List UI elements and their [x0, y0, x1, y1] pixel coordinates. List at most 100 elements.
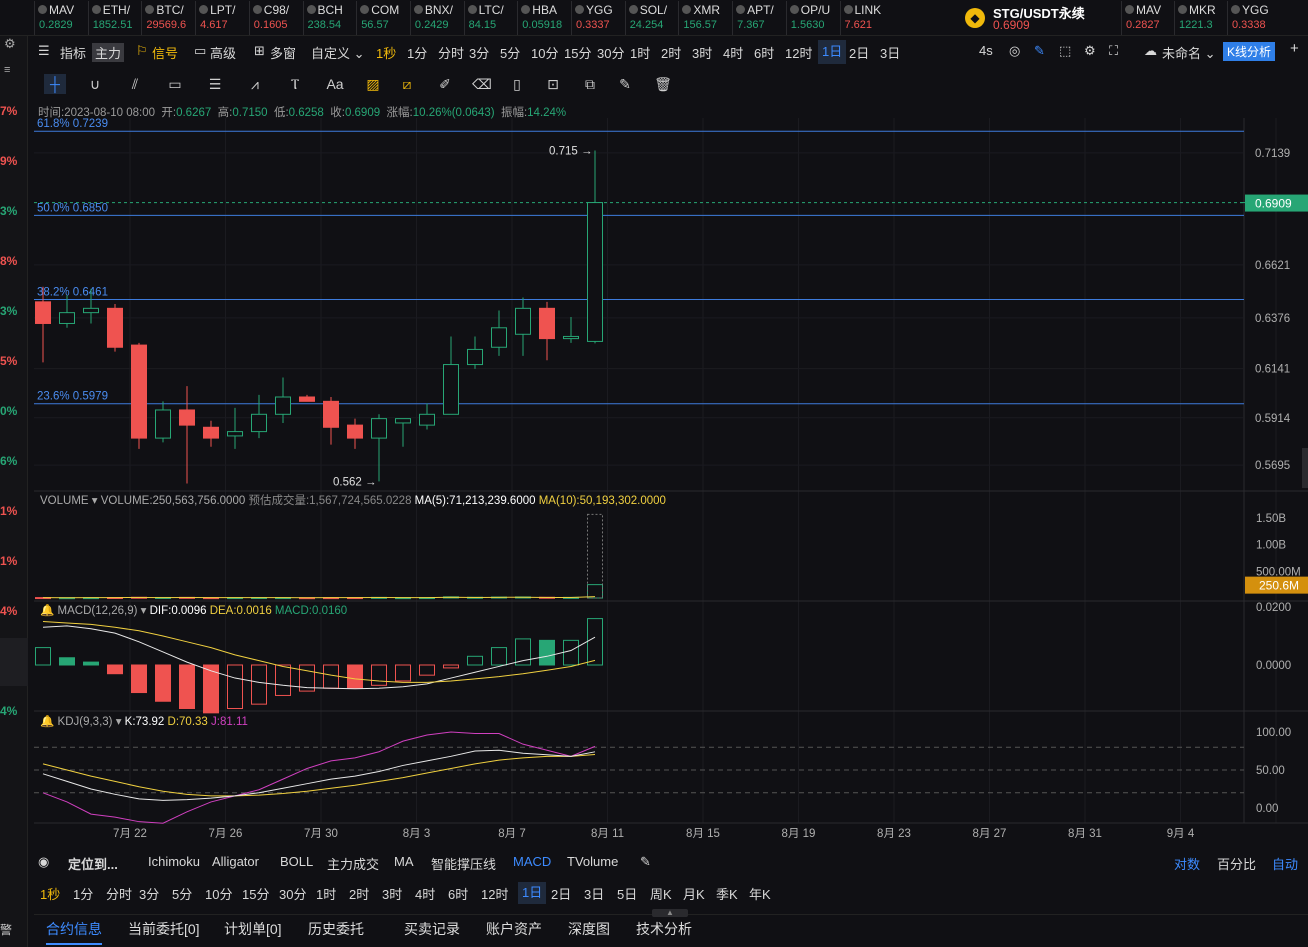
candle-type-icon[interactable]: ▯	[506, 74, 528, 94]
timeframe-button[interactable]: 2时	[349, 884, 369, 903]
edit-icon[interactable]: ✎	[640, 854, 651, 870]
footer-tab[interactable]: 历史委托	[308, 919, 364, 939]
ticker-item[interactable]: COM 56.57	[356, 1, 410, 35]
timeframe-button[interactable]: 5日	[617, 884, 637, 903]
current-symbol[interactable]: ◆ STG/USDT永续 0.6909	[963, 1, 1113, 35]
timeframe-button[interactable]: 1分	[73, 884, 93, 903]
menu-icon[interactable]: ≡	[4, 64, 22, 76]
collapse-handle[interactable]: ▲	[652, 909, 688, 917]
timeframe-button[interactable]: 3日	[584, 884, 604, 903]
rectangle-icon[interactable]: ▭	[164, 74, 186, 94]
ticker-item[interactable]: SOL/24.254	[624, 1, 679, 35]
footer-tab[interactable]: 技术分析	[636, 919, 692, 939]
ticker-item[interactable]: C98/0.1605	[248, 1, 303, 35]
note-icon[interactable]: ✎	[614, 74, 636, 94]
timeframe-button[interactable]: 1日	[518, 882, 547, 904]
bell-icon[interactable]: 🔔	[40, 605, 54, 617]
ticker-item[interactable]: LINK 7.621	[839, 1, 894, 35]
timeframe-button[interactable]: 分时	[106, 884, 132, 903]
ticker-item[interactable]: XMR 156.57	[678, 1, 732, 35]
magnet-icon[interactable]: ∪	[84, 74, 106, 94]
trendline-icon[interactable]: ⫽	[124, 74, 146, 94]
toolbar-timeframe[interactable]: 2日	[849, 43, 869, 62]
select-icon[interactable]: ⬚	[1059, 43, 1071, 59]
toolbar-timeframe[interactable]: 3分	[469, 43, 489, 62]
ticker-item[interactable]: BNX/0.2429	[409, 1, 464, 35]
fib-icon[interactable]: ⩘	[244, 74, 266, 94]
timeframe-button[interactable]: 3时	[382, 884, 402, 903]
signal-icon[interactable]: ⚐	[136, 43, 148, 59]
footer-tab[interactable]: 计划单[0]	[224, 919, 282, 939]
camera-icon[interactable]: ◎	[1009, 43, 1020, 59]
toolbar-timeframe[interactable]: 30分	[597, 43, 624, 62]
timeframe-button[interactable]: 1时	[316, 884, 336, 903]
timeframe-button[interactable]: 周K	[650, 884, 672, 903]
toolbar-timeframe[interactable]: 6时	[754, 43, 774, 62]
timeframe-button[interactable]: 3分	[139, 884, 159, 903]
toolbar-timeframe[interactable]: 1时	[630, 43, 650, 62]
ticker-item[interactable]: BTC/29569.6	[141, 1, 195, 35]
timeframe-button[interactable]: 月K	[683, 884, 705, 903]
toolbar-timeframe[interactable]: 1秒	[376, 43, 396, 62]
footer-tab[interactable]: 合约信息	[46, 919, 102, 945]
main-toggle[interactable]: 主力	[92, 43, 125, 62]
timeframe-button[interactable]: 15分	[242, 884, 269, 903]
macd-collapse-icon[interactable]: ▾	[141, 605, 150, 617]
scale-option[interactable]: 自动	[1272, 854, 1298, 873]
toolbar-timeframe[interactable]: 3时	[692, 43, 712, 62]
toolbar-timeframe[interactable]: 12时	[785, 43, 812, 62]
indicator-tab[interactable]: Alligator	[212, 854, 259, 869]
footer-tab[interactable]: 账户资产	[486, 919, 542, 939]
timeframe-button[interactable]: 6时	[448, 884, 468, 903]
settings-icon[interactable]: ⚙	[4, 36, 22, 54]
add-icon[interactable]: +	[1290, 40, 1299, 57]
indicator-tab[interactable]: 主力成交	[327, 854, 379, 873]
ticker-item[interactable]: MAV 0.2829	[34, 1, 88, 35]
kdj-collapse-icon[interactable]: ▾	[116, 716, 125, 728]
measure-icon[interactable]: ⧄	[396, 74, 418, 94]
timeframe-button[interactable]: 10分	[205, 884, 232, 903]
timeframe-button[interactable]: 2日	[551, 884, 571, 903]
toolbar-timeframe[interactable]: 4时	[723, 43, 743, 62]
ticker-item[interactable]: YGG 0.3337	[571, 1, 625, 35]
layout-name-dropdown[interactable]: 未命名 ⌄	[1162, 43, 1216, 62]
ticker-item[interactable]: LPT/4.617	[195, 1, 249, 35]
fullscreen-icon[interactable]: ⛶	[1109, 43, 1118, 59]
footer-tab[interactable]: 当前委托[0]	[128, 919, 200, 939]
scale-option[interactable]: 百分比	[1217, 854, 1256, 873]
timeframe-button[interactable]: 季K	[716, 884, 738, 903]
refresh-interval[interactable]: 4s	[979, 43, 993, 58]
gear-icon[interactable]: ⚙	[1084, 43, 1096, 59]
custom-dropdown[interactable]: 自定义 ⌄	[311, 43, 365, 62]
ticker-item[interactable]: BCH 238.54	[302, 1, 357, 35]
pencil-tool-icon[interactable]: ✐	[434, 74, 456, 94]
signal-button[interactable]: 信号	[152, 43, 178, 62]
toolbar-timeframe[interactable]: 分时	[438, 43, 464, 62]
locate-icon[interactable]: ◉	[38, 854, 49, 870]
ticker-item[interactable]: YGG 0.3338	[1227, 1, 1280, 35]
scale-option[interactable]: 对数	[1174, 854, 1200, 873]
trash-icon[interactable]: 🗑	[652, 74, 674, 94]
advanced-icon[interactable]: ▭	[194, 43, 206, 59]
font-icon[interactable]: Aa	[324, 74, 346, 94]
multi-window-icon[interactable]: ⊞	[254, 43, 265, 59]
toolbar-timeframe[interactable]: 1日	[818, 40, 847, 64]
timeframe-button[interactable]: 年K	[749, 884, 771, 903]
locate-button[interactable]: 定位到...	[68, 854, 118, 873]
indicator-tab[interactable]: MA	[394, 854, 414, 869]
cloud-icon[interactable]: ☁	[1144, 43, 1157, 59]
timeframe-button[interactable]: 1秒	[40, 884, 60, 903]
toolbar-timeframe[interactable]: 2时	[661, 43, 681, 62]
indicator-tab[interactable]: 智能撑压线	[431, 854, 496, 873]
timeframe-button[interactable]: 5分	[172, 884, 192, 903]
ticker-item[interactable]: HBA 0.05918	[517, 1, 571, 35]
timeframe-button[interactable]: 30分	[279, 884, 306, 903]
ticker-item[interactable]: LTC/84.15	[463, 1, 518, 35]
toolbar-indicator-icon[interactable]: ☰	[38, 43, 50, 59]
ruler-icon[interactable]: ▨	[362, 74, 384, 94]
crosshair-icon[interactable]: ┼	[44, 74, 66, 94]
text-tool-icon[interactable]: Ⲧ	[284, 74, 306, 94]
indicators-button[interactable]: 指标	[60, 43, 86, 62]
advanced-button[interactable]: 高级	[210, 43, 236, 62]
timeframe-button[interactable]: 12时	[481, 884, 508, 903]
